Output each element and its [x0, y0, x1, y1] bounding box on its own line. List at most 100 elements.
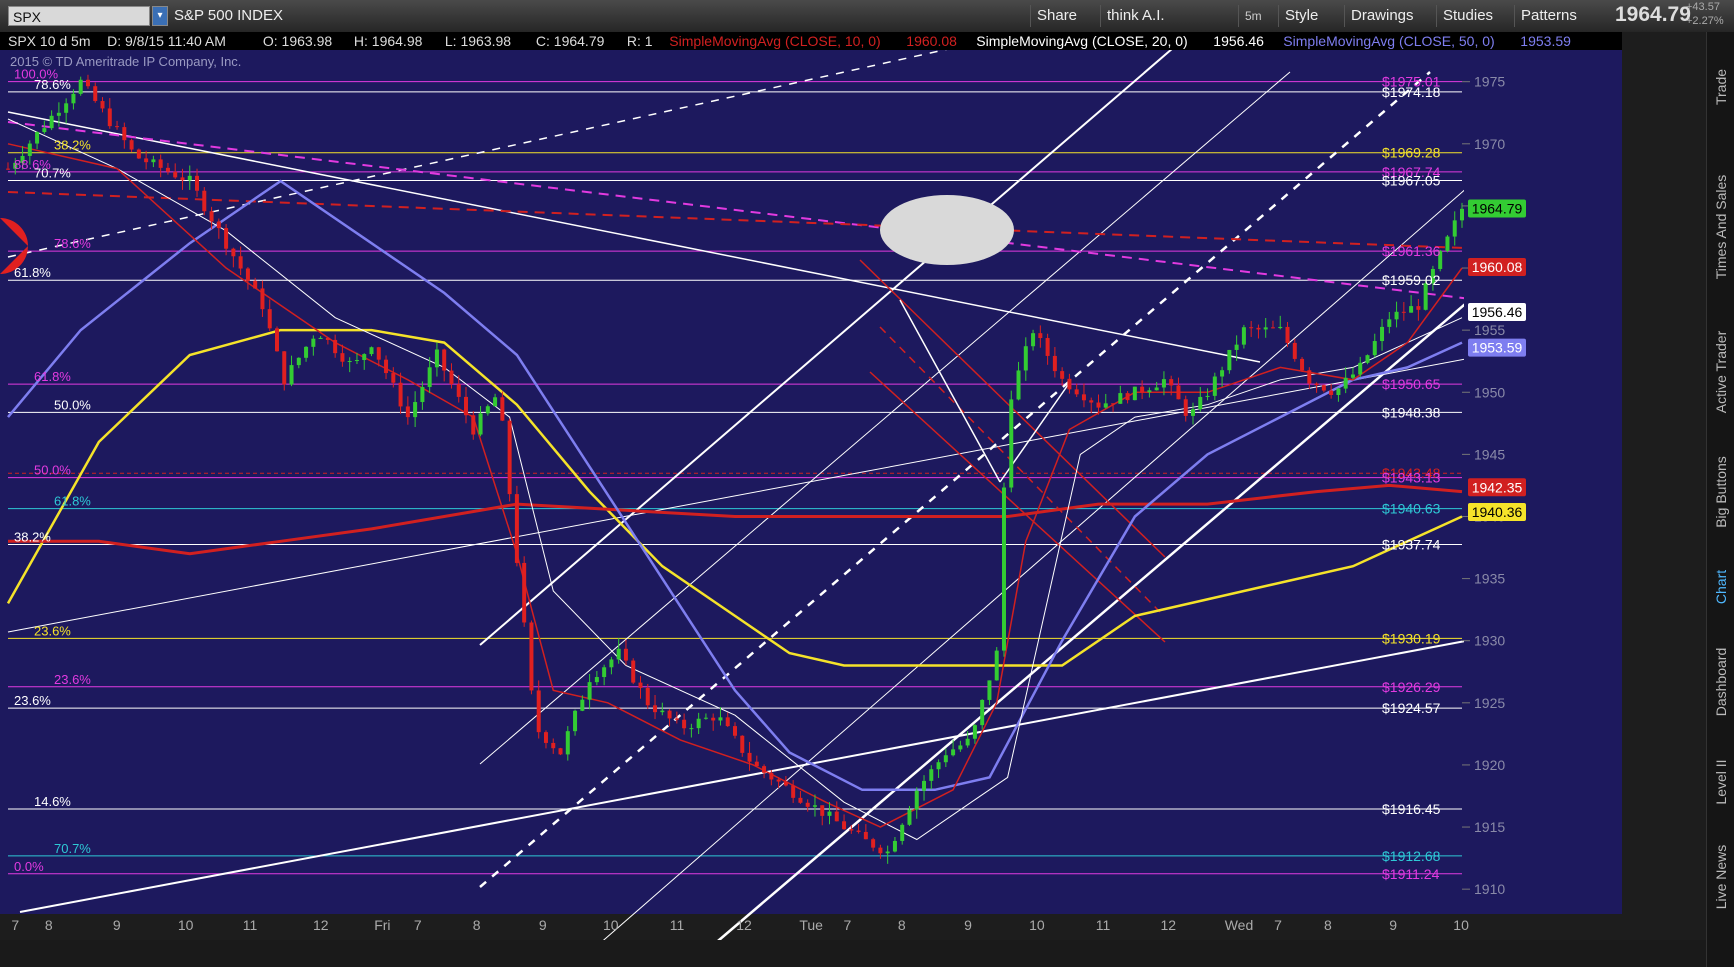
- candle-body: [936, 762, 941, 770]
- candle: [1009, 390, 1014, 493]
- x-tick-label-20: Wed: [1225, 917, 1254, 933]
- candle-body: [987, 680, 992, 700]
- candle-body: [165, 167, 170, 172]
- candle: [507, 418, 512, 502]
- candle-body: [224, 228, 229, 249]
- fib-pct-label-15: 23.6%: [14, 693, 51, 708]
- candle-body: [965, 738, 970, 746]
- fib-pct-label-6: 61.8%: [14, 265, 51, 280]
- candle-body: [616, 648, 621, 660]
- candle: [994, 647, 999, 681]
- fib-pct-label-7: 61.8%: [34, 369, 71, 384]
- candle-body: [929, 769, 934, 781]
- candle-body: [49, 115, 54, 129]
- candle-body: [405, 406, 410, 418]
- candle-body: [1198, 396, 1203, 410]
- share-button[interactable]: Share: [1030, 5, 1077, 27]
- tab-live-news[interactable]: Live News: [1707, 822, 1734, 932]
- tab-trade[interactable]: Trade: [1707, 32, 1734, 142]
- symbol-input[interactable]: SPX: [8, 6, 150, 26]
- candle-body: [653, 705, 658, 713]
- candle-body: [1096, 402, 1101, 408]
- candle-body: [333, 339, 338, 354]
- price-chart[interactable]: 1910191519201925193019351940194519501955…: [0, 32, 1734, 967]
- y-tick-label-13: 1975: [1474, 74, 1505, 90]
- candle: [1132, 386, 1137, 401]
- candle-body: [1452, 220, 1457, 237]
- candle-body: [667, 710, 672, 719]
- style-button[interactable]: Style: [1278, 5, 1318, 27]
- candle-body: [6, 168, 10, 170]
- tab-dashboard[interactable]: Dashboard: [1707, 622, 1734, 742]
- candle-body: [1321, 385, 1326, 391]
- fib-pct-label-17: 70.7%: [54, 841, 91, 856]
- candle: [274, 326, 279, 352]
- candle-body: [871, 839, 876, 848]
- fib-pct-label-2: 38.2%: [54, 138, 91, 153]
- candle-body: [1336, 388, 1341, 396]
- candle-body: [798, 797, 803, 803]
- candle-body: [325, 337, 330, 340]
- candle-body: [1445, 236, 1450, 251]
- candle-body: [776, 779, 781, 782]
- candle-body: [267, 309, 272, 329]
- candle-body: [1460, 208, 1464, 221]
- candle-body: [1191, 409, 1196, 416]
- candle-body: [1089, 400, 1094, 403]
- fib-price-label-14: $1926.29: [1382, 679, 1441, 695]
- patterns-button[interactable]: Patterns: [1514, 5, 1577, 27]
- candle-body: [420, 386, 425, 403]
- candle-body: [645, 687, 650, 706]
- tab-big-buttons[interactable]: Big Buttons: [1707, 432, 1734, 552]
- info-field-2: O: 1963.98: [263, 33, 332, 49]
- candle-body: [340, 353, 345, 362]
- candle-body: [274, 328, 279, 352]
- drawings-button[interactable]: Drawings: [1344, 5, 1414, 27]
- tab-chart[interactable]: Chart: [1707, 552, 1734, 622]
- candle-body: [187, 175, 192, 181]
- think-ai-button[interactable]: think A.I.: [1100, 5, 1165, 27]
- candle-body: [245, 268, 250, 281]
- sma-red-flag-text: 1942.35: [1472, 479, 1523, 495]
- tab-times-and-sales[interactable]: Times And Sales: [1707, 142, 1734, 312]
- candle-body: [471, 415, 476, 435]
- candle-body: [754, 761, 759, 767]
- candle-body: [85, 79, 90, 87]
- bottom-scroll-bar[interactable]: [0, 940, 1706, 967]
- tab-level-ii[interactable]: Level II: [1707, 742, 1734, 822]
- symbol-dropdown-icon[interactable]: ▾: [152, 6, 168, 26]
- x-tick-label-7: 7: [414, 917, 422, 933]
- fib-pct-label-4: 70.7%: [34, 165, 71, 180]
- candle-body: [202, 190, 207, 212]
- candle-body: [1241, 327, 1246, 345]
- candle-body: [594, 677, 599, 683]
- candle-body: [514, 494, 519, 563]
- candle-body: [907, 809, 912, 825]
- x-tick-label-3: 10: [178, 917, 194, 933]
- candle-body: [1372, 341, 1377, 356]
- tab-active-trader[interactable]: Active Trader: [1707, 312, 1734, 432]
- x-tick-label-18: 11: [1096, 917, 1111, 933]
- candle-body: [289, 365, 294, 385]
- candle-body: [1031, 333, 1036, 347]
- studies-button[interactable]: Studies: [1436, 5, 1493, 27]
- x-tick-label-22: 8: [1324, 917, 1332, 933]
- y-tick-label-9: 1955: [1474, 322, 1505, 338]
- candle-body: [296, 357, 301, 366]
- candle-body: [1409, 306, 1414, 313]
- fib-pct-label-12: 38.2%: [14, 530, 51, 545]
- candle-body: [485, 406, 490, 414]
- candle-body: [449, 370, 454, 385]
- candle-body: [1285, 326, 1290, 343]
- candle-body: [1176, 385, 1181, 400]
- candle-body: [1074, 389, 1079, 395]
- aggregation-button[interactable]: 5m: [1238, 5, 1262, 27]
- candle-body: [362, 354, 367, 361]
- sma-yellow-flag-text: 1940.36: [1472, 504, 1523, 520]
- candle-body: [711, 717, 716, 721]
- right-side-tabs: Trade Times And Sales Active Trader Big …: [1706, 32, 1734, 967]
- candle-body: [1387, 319, 1392, 327]
- candle-body: [253, 280, 258, 289]
- fib-price-label-16: $1916.45: [1382, 801, 1441, 817]
- x-tick-label-12: 12: [736, 917, 752, 933]
